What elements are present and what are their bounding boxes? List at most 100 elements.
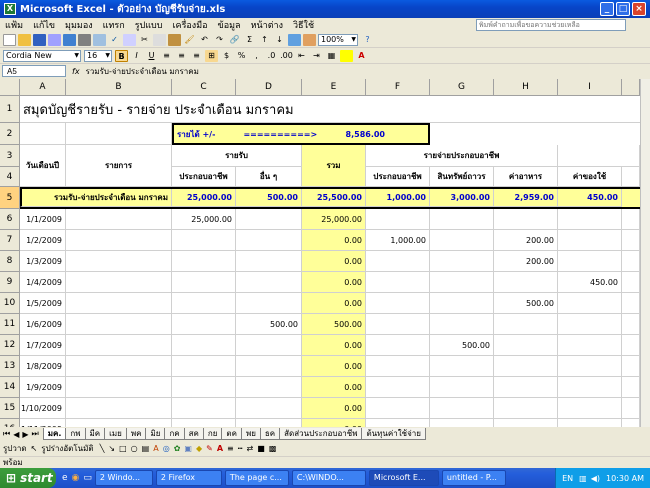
food-cell[interactable]	[494, 398, 558, 419]
close-button[interactable]: ×	[632, 2, 646, 16]
total-cell[interactable]: 0.00	[302, 293, 366, 314]
fixed-assets-cell[interactable]	[430, 398, 494, 419]
food-cell[interactable]	[494, 335, 558, 356]
spelling-icon[interactable]: ✓	[108, 34, 121, 46]
total-cell[interactable]: 0.00	[302, 356, 366, 377]
income-occupation-cell[interactable]	[172, 356, 236, 377]
header-expense[interactable]: รายจ่ายประกอบอาชีพ	[366, 145, 558, 167]
food-cell[interactable]	[494, 377, 558, 398]
open-icon[interactable]	[18, 33, 31, 46]
comma-icon[interactable]: ,	[250, 50, 263, 62]
total-cell[interactable]: 0.00	[302, 377, 366, 398]
sheet-tab[interactable]: ธค	[259, 428, 281, 440]
date-cell[interactable]: 1/4/2009	[20, 272, 66, 293]
row-header[interactable]: 14	[0, 377, 20, 398]
font-select[interactable]: Cordia New	[3, 49, 81, 62]
date-cell[interactable]: 1/8/2009	[20, 356, 66, 377]
redo-icon[interactable]: ↷	[213, 34, 226, 46]
expense-occupation-cell[interactable]: 1,000.00	[366, 230, 430, 251]
expense-occupation-cell[interactable]	[366, 335, 430, 356]
totals-label[interactable]: รวมรับ-จ่ายประจำเดือน มกราคม	[20, 189, 172, 207]
header-food[interactable]: ค่าอาหาร	[494, 167, 558, 187]
header-total[interactable]: รวม	[302, 145, 366, 187]
sheet-tab[interactable]: พย	[240, 428, 261, 440]
item-cell[interactable]	[66, 377, 172, 398]
desktop-quicklaunch-icon[interactable]: ▭	[83, 473, 92, 483]
column-header-i[interactable]: I	[558, 79, 622, 96]
increase-decimal-icon[interactable]: .0	[265, 50, 278, 62]
food-cell[interactable]	[494, 419, 558, 427]
sheet-tab[interactable]: กพ	[65, 428, 86, 440]
dash-style-icon[interactable]: ┅	[238, 444, 243, 453]
tab-scroll-first-icon[interactable]: ⏮	[3, 429, 10, 439]
expense-occupation-cell[interactable]	[366, 419, 430, 427]
item-cell[interactable]	[66, 419, 172, 427]
date-cell[interactable]: 1/1/2009	[20, 209, 66, 230]
column-header-a[interactable]: A	[20, 79, 66, 96]
expense-occupation-cell[interactable]	[366, 398, 430, 419]
total-cell[interactable]: 0.00	[302, 335, 366, 356]
income-occupation-cell[interactable]	[172, 251, 236, 272]
minimize-button[interactable]: _	[600, 2, 614, 16]
expense-occupation-cell[interactable]	[366, 377, 430, 398]
row-header[interactable]: 4	[0, 167, 20, 187]
supplies-cell[interactable]	[558, 230, 622, 251]
item-cell[interactable]	[66, 272, 172, 293]
item-cell[interactable]	[66, 335, 172, 356]
draw-menu[interactable]: รูปวาด	[3, 442, 27, 455]
cell[interactable]	[622, 335, 640, 356]
total-income-occupation[interactable]: 25,000.00	[172, 189, 236, 207]
taskbar-item[interactable]: Microsoft E...	[368, 470, 439, 486]
supplies-cell[interactable]	[558, 293, 622, 314]
supplies-cell[interactable]	[558, 251, 622, 272]
copy-icon[interactable]	[153, 33, 166, 46]
currency-icon[interactable]: $	[220, 50, 233, 62]
borders-icon[interactable]: ▦	[325, 50, 338, 62]
food-cell[interactable]: 200.00	[494, 230, 558, 251]
menu-help[interactable]: วิธีใช้	[288, 18, 319, 32]
date-cell[interactable]: 1/10/2009	[20, 398, 66, 419]
fx-icon[interactable]: fx	[72, 67, 80, 76]
food-cell[interactable]	[494, 356, 558, 377]
select-all-corner[interactable]	[0, 79, 20, 96]
income-other-cell[interactable]	[236, 230, 302, 251]
sheet-tab[interactable]: สค	[183, 428, 204, 440]
autoshapes-menu[interactable]: รูปร่างอัตโนมัติ	[41, 442, 93, 455]
expense-occupation-cell[interactable]	[366, 251, 430, 272]
textbox-icon[interactable]: ▤	[142, 444, 150, 453]
align-right-icon[interactable]: ≡	[190, 50, 203, 62]
cell[interactable]	[622, 209, 640, 230]
income-occupation-cell[interactable]	[172, 335, 236, 356]
total-expense-occupation[interactable]: 1,000.00	[366, 189, 430, 207]
drawing-icon[interactable]	[303, 33, 316, 46]
income-other-cell[interactable]	[236, 272, 302, 293]
header-item[interactable]: รายการ	[66, 145, 172, 187]
column-header-j[interactable]	[622, 79, 640, 96]
date-cell[interactable]: 1/11/2009	[20, 419, 66, 427]
fill-color-icon[interactable]: ◆	[196, 444, 202, 453]
sheet-tab[interactable]: เมย	[104, 428, 127, 440]
date-cell[interactable]: 1/2/2009	[20, 230, 66, 251]
new-icon[interactable]	[3, 33, 16, 46]
underline-icon[interactable]: U	[145, 50, 158, 62]
item-cell[interactable]	[66, 209, 172, 230]
supplies-cell[interactable]	[558, 356, 622, 377]
food-cell[interactable]	[494, 272, 558, 293]
total-income-other[interactable]: 500.00	[236, 189, 302, 207]
food-cell[interactable]: 200.00	[494, 251, 558, 272]
column-header-d[interactable]: D	[236, 79, 302, 96]
ie-quicklaunch-icon[interactable]: e	[62, 473, 68, 483]
taskbar-item[interactable]: 2 Firefox	[155, 470, 222, 486]
fixed-assets-cell[interactable]	[430, 272, 494, 293]
net-income-box[interactable]: รายได้ +/- ==========> 8,586.00	[172, 123, 430, 145]
header-fixed-assets[interactable]: สินทรัพย์ถาวร	[430, 167, 494, 187]
arrow-icon[interactable]: ↘	[108, 444, 115, 453]
row-header[interactable]: 2	[0, 123, 20, 145]
select-objects-icon[interactable]: ↖	[31, 444, 38, 453]
row-header[interactable]: 12	[0, 335, 20, 356]
fixed-assets-cell[interactable]	[430, 293, 494, 314]
cell[interactable]	[622, 230, 640, 251]
merge-center-icon[interactable]: ⊞	[205, 49, 218, 62]
supplies-cell[interactable]	[558, 419, 622, 427]
row-header[interactable]: 7	[0, 230, 20, 251]
